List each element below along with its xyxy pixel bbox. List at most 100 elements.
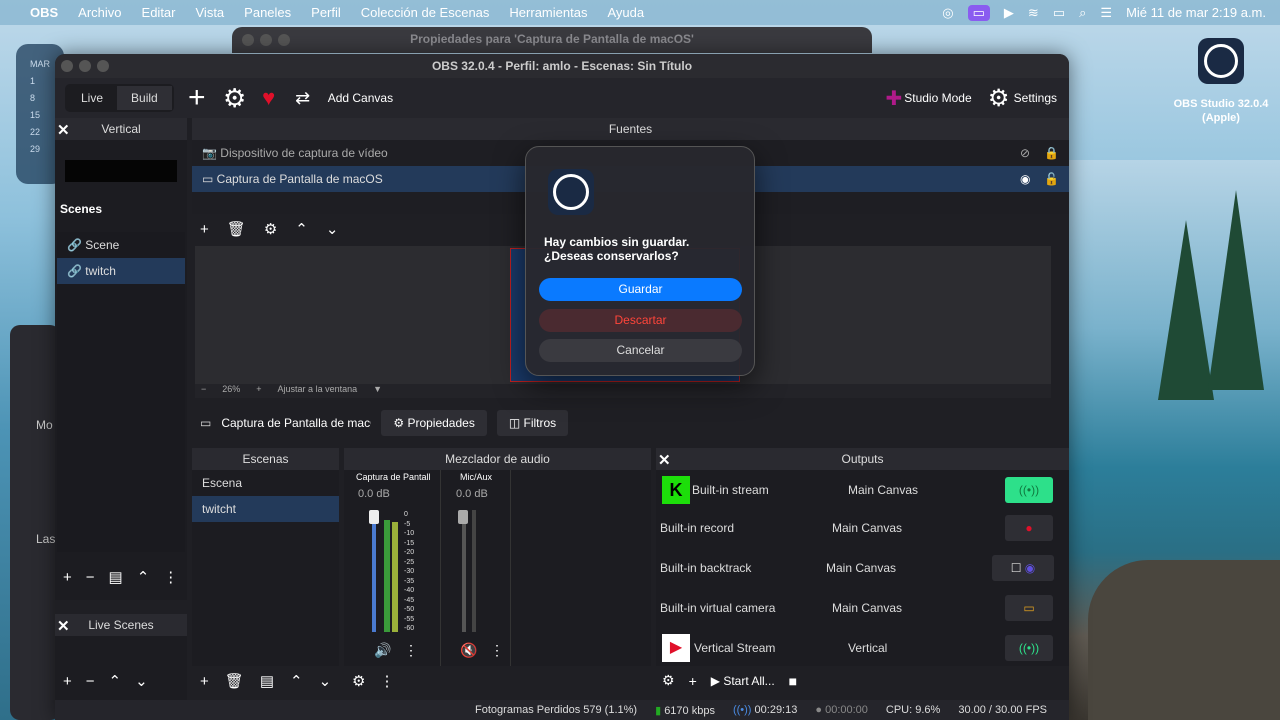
- add-icon[interactable]: +: [63, 673, 72, 690]
- eye-icon[interactable]: ◉: [1020, 172, 1030, 186]
- zoom-icon[interactable]: [278, 34, 290, 46]
- down-icon[interactable]: ⌄: [326, 220, 339, 238]
- tree: [1158, 220, 1214, 400]
- stream-toggle-button[interactable]: ((•)): [1005, 477, 1053, 503]
- add-icon[interactable]: +: [200, 221, 209, 238]
- menu-coleccion[interactable]: Colección de Escenas: [351, 5, 500, 20]
- gear-icon[interactable]: ⚙: [220, 83, 250, 113]
- youtube-icon: ▶: [662, 634, 690, 662]
- menu-archivo[interactable]: Archivo: [68, 5, 131, 20]
- down-icon[interactable]: ⌄: [319, 672, 332, 690]
- close-dock-icon[interactable]: ✕: [658, 450, 671, 472]
- menu-app[interactable]: OBS: [20, 5, 68, 20]
- studio-mode-icon[interactable]: ✚: [885, 86, 902, 111]
- menubar-datetime[interactable]: Mié 11 de mar 2:19 a.m.: [1126, 5, 1266, 20]
- filter-icon[interactable]: ▤: [109, 568, 123, 586]
- close-dock-icon[interactable]: ✕: [57, 616, 70, 638]
- wifi-icon[interactable]: ≋: [1028, 5, 1039, 21]
- unlock-icon[interactable]: 🔓: [1044, 172, 1059, 186]
- play-icon[interactable]: ▶: [1004, 5, 1014, 21]
- zoom-out-button[interactable]: −: [201, 384, 206, 398]
- virtual-camera-button[interactable]: ▭: [1005, 595, 1053, 621]
- record-icon: ●: [815, 704, 823, 716]
- properties-button[interactable]: ⚙ Propiedades: [381, 410, 487, 436]
- close-icon[interactable]: [242, 34, 254, 46]
- obs-desktop-icon[interactable]: [1198, 38, 1244, 84]
- list-item[interactable]: 🔗 Scene: [57, 232, 185, 258]
- globe-icon[interactable]: ◎: [942, 5, 953, 21]
- more-icon[interactable]: ⋮: [490, 642, 504, 659]
- heart-icon[interactable]: ♥: [254, 83, 284, 113]
- menu-perfil[interactable]: Perfil: [301, 5, 351, 20]
- filter-icon[interactable]: ▤: [260, 672, 274, 690]
- save-button[interactable]: Guardar: [539, 278, 742, 301]
- gear-icon[interactable]: ⚙: [662, 672, 675, 689]
- list-item[interactable]: 🔗 twitch: [57, 258, 185, 284]
- list-item[interactable]: twitcht: [192, 496, 339, 522]
- add-icon[interactable]: +: [689, 673, 697, 689]
- output-row: Built-in record Main Canvas ●: [656, 510, 1061, 548]
- menu-herramientas[interactable]: Herramientas: [499, 5, 597, 20]
- fit-window-select[interactable]: Ajustar a la ventana: [278, 384, 358, 398]
- menu-vista[interactable]: Vista: [186, 5, 235, 20]
- properties-window[interactable]: Propiedades para 'Captura de Pantalla de…: [232, 27, 872, 53]
- volume-fader[interactable]: [372, 510, 376, 632]
- close-dock-icon[interactable]: ✕: [57, 120, 70, 142]
- hidden-eye-icon[interactable]: ⊘: [1020, 146, 1030, 160]
- stop-icon[interactable]: ■: [789, 673, 797, 689]
- control-center-icon[interactable]: ☰: [1100, 5, 1112, 21]
- trash-icon[interactable]: 🗑: [225, 672, 244, 690]
- zoom-in-button[interactable]: +: [256, 384, 261, 398]
- up-icon[interactable]: ⌃: [295, 220, 308, 238]
- backtrack-button[interactable]: ☐ ◉: [992, 555, 1054, 581]
- screen-record-icon[interactable]: ▭: [967, 4, 990, 21]
- gear-icon[interactable]: ⚙: [264, 220, 277, 238]
- more-icon[interactable]: ⋮: [379, 672, 394, 690]
- add-canvas-button[interactable]: Add Canvas: [328, 91, 393, 105]
- add-icon[interactable]: +: [200, 673, 209, 690]
- search-icon[interactable]: ⌕: [1079, 5, 1086, 21]
- tab-build[interactable]: Build: [117, 86, 172, 110]
- filters-button[interactable]: ◫ Filtros: [496, 410, 569, 436]
- menu-editar[interactable]: Editar: [132, 5, 186, 20]
- menu-paneles[interactable]: Paneles: [234, 5, 301, 20]
- settings-gear-icon[interactable]: ⚙: [984, 83, 1014, 113]
- speaker-icon[interactable]: 🔊: [374, 642, 391, 659]
- menu-ayuda[interactable]: Ayuda: [597, 5, 654, 20]
- stream-toggle-button[interactable]: ((•)): [1005, 635, 1053, 661]
- more-icon[interactable]: ⋮: [404, 642, 418, 659]
- up-icon[interactable]: ⌃: [109, 672, 122, 690]
- volume-fader[interactable]: [462, 510, 466, 632]
- close-icon[interactable]: [61, 60, 73, 72]
- up-icon[interactable]: ⌃: [137, 568, 150, 586]
- zoom-icon[interactable]: [97, 60, 109, 72]
- remove-icon[interactable]: −: [86, 569, 95, 586]
- zoom-level: 26%: [222, 384, 241, 394]
- chevron-down-icon[interactable]: ▼: [373, 384, 382, 398]
- gear-icon[interactable]: ⚙: [352, 672, 365, 690]
- fader-handle[interactable]: [458, 510, 468, 524]
- minimize-icon[interactable]: [260, 34, 272, 46]
- cancel-button[interactable]: Cancelar: [539, 339, 742, 362]
- lock-icon[interactable]: 🔒: [1044, 146, 1059, 160]
- settings-button[interactable]: Settings: [1014, 91, 1057, 105]
- window-titlebar[interactable]: OBS 32.0.4 - Perfil: amlo - Escenas: Sin…: [55, 54, 1069, 78]
- tab-live[interactable]: Live: [67, 86, 118, 110]
- record-button[interactable]: ●: [1005, 515, 1053, 541]
- remove-icon[interactable]: −: [86, 673, 95, 690]
- battery-icon[interactable]: ▭: [1053, 5, 1065, 21]
- transform-icon[interactable]: ⇄: [288, 83, 318, 113]
- muted-speaker-icon[interactable]: 🔇: [460, 642, 477, 659]
- list-item[interactable]: Escena: [192, 470, 339, 496]
- fader-handle[interactable]: [369, 510, 379, 524]
- trash-icon[interactable]: 🗑: [227, 220, 246, 238]
- add-icon[interactable]: +: [63, 569, 72, 586]
- minimize-icon[interactable]: [79, 60, 91, 72]
- more-icon[interactable]: ⋮: [163, 568, 178, 586]
- studio-mode-button[interactable]: Studio Mode: [904, 91, 971, 105]
- add-icon[interactable]: +: [182, 81, 212, 114]
- start-all-button[interactable]: ▶ Start All...: [711, 674, 775, 688]
- up-icon[interactable]: ⌃: [290, 672, 303, 690]
- discard-button[interactable]: Descartar: [539, 309, 742, 332]
- down-icon[interactable]: ⌄: [135, 672, 148, 690]
